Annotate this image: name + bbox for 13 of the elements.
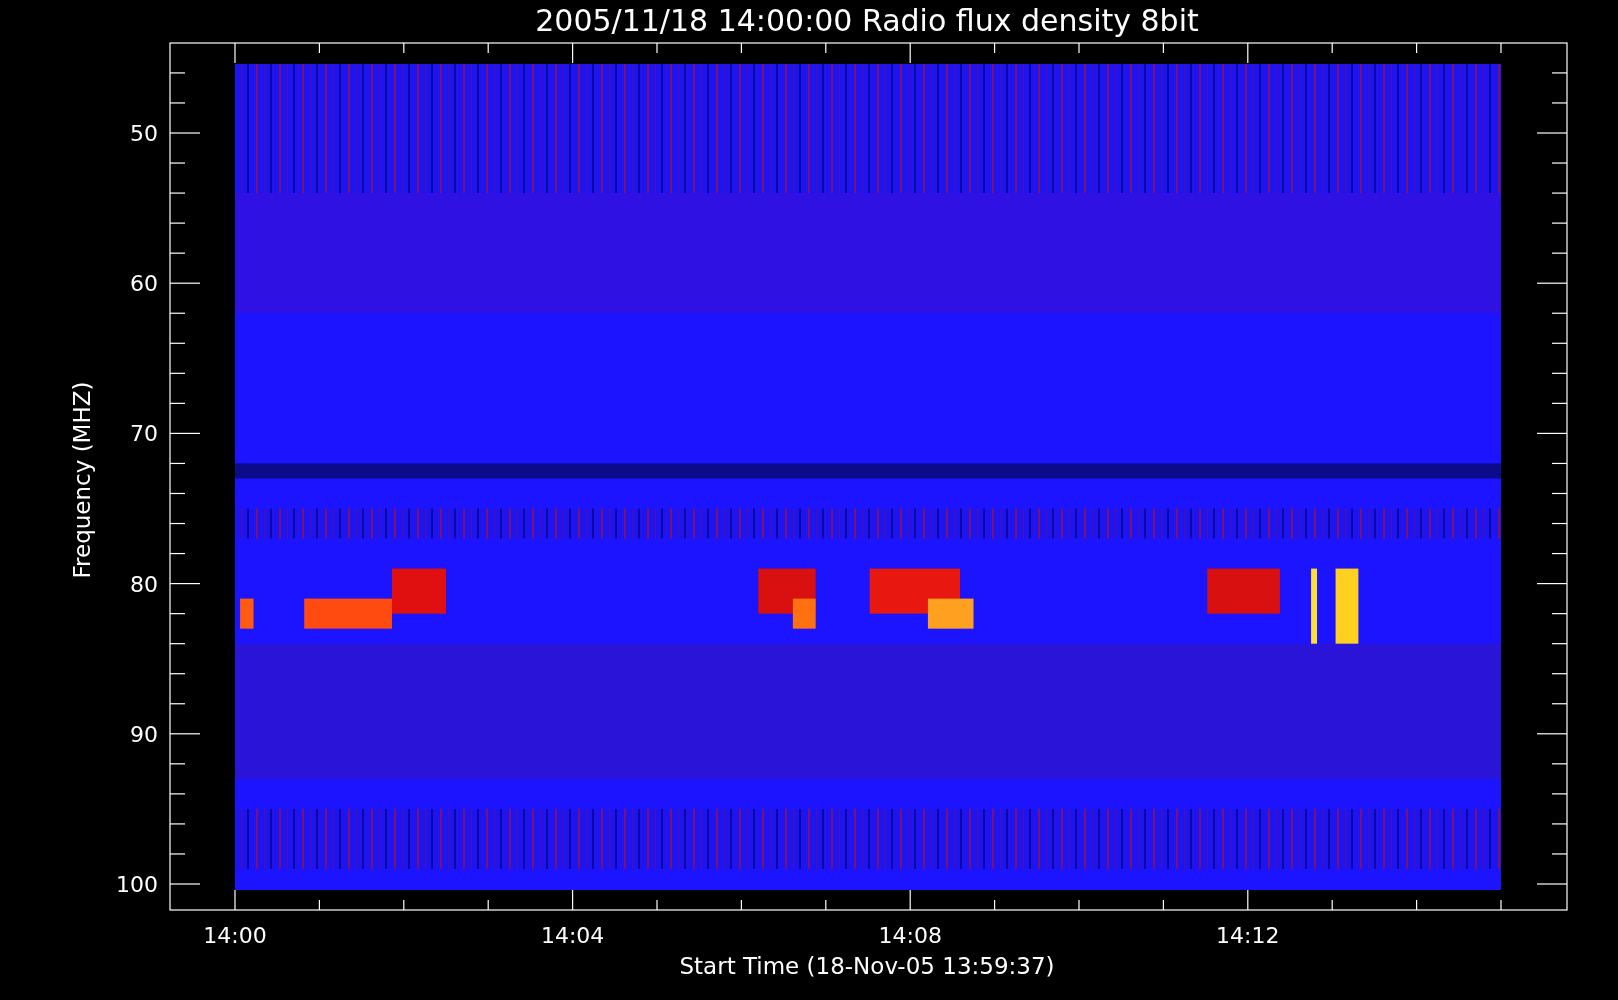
x-tick-label: 14:00 bbox=[203, 923, 267, 948]
y-tick-label: 60 bbox=[130, 271, 158, 297]
y-tick-label: 70 bbox=[130, 421, 158, 447]
x-tick-label: 14:12 bbox=[1216, 923, 1280, 948]
x-tick-label: 14:08 bbox=[878, 923, 942, 948]
x-tick-label: 14:04 bbox=[540, 923, 605, 948]
x-axis-label: Start Time (18-Nov-05 13:59:37) bbox=[679, 953, 1055, 979]
y-axis-label: Frequency (MHZ) bbox=[69, 381, 95, 579]
y-tick-label: 80 bbox=[130, 571, 158, 597]
y-tick-label: 90 bbox=[130, 721, 158, 747]
y-tick-label: 100 bbox=[116, 872, 158, 897]
chart-title: 2005/11/18 14:00:00 Radio flux density 8bit bbox=[535, 3, 1199, 38]
y-tick-label: 50 bbox=[130, 121, 158, 146]
